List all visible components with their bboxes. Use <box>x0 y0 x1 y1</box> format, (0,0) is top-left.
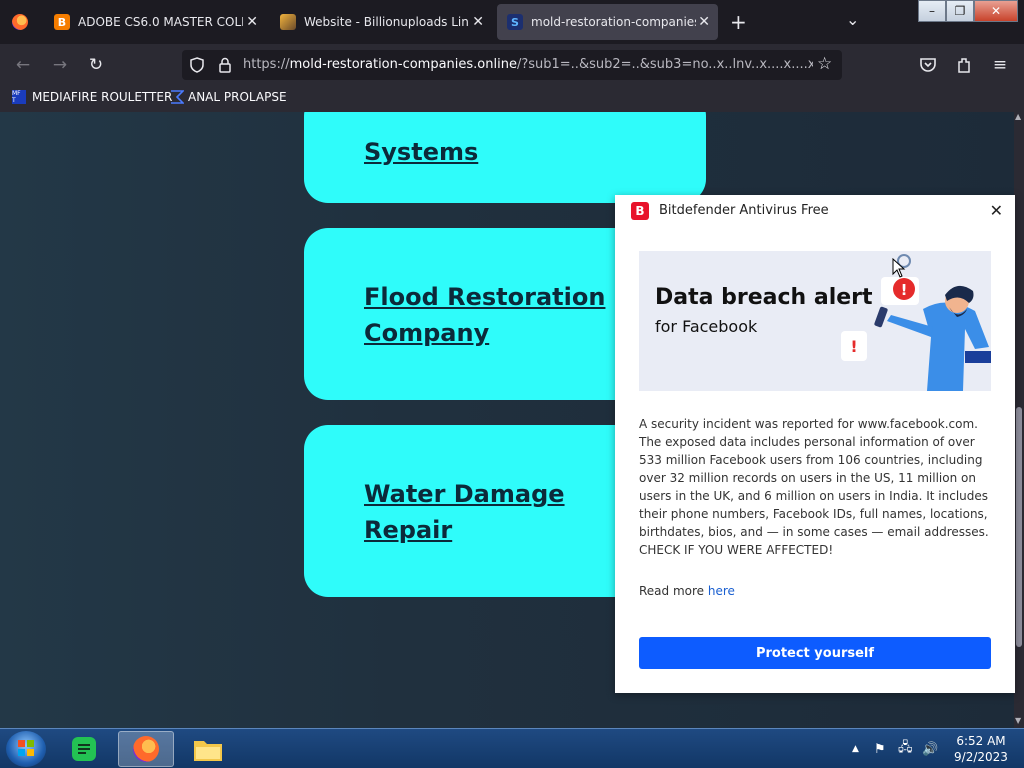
forward-icon[interactable]: → <box>49 54 71 76</box>
site-icon: S <box>507 14 523 30</box>
close-icon[interactable]: ✕ <box>990 201 1003 220</box>
back-icon[interactable]: ← <box>12 54 34 76</box>
folder-icon <box>194 741 222 761</box>
url-domain: mold-restoration-companies.online <box>289 57 517 72</box>
tab-strip: B ADOBE CS6.0 MASTER COLLEC ✕ Website - … <box>0 0 1024 44</box>
nav-bar: ← → ↻ https://mold-restoration-companies… <box>0 44 1024 86</box>
taskbar-firefox[interactable] <box>118 731 174 767</box>
service-link[interactable]: Repair <box>364 512 452 548</box>
banner-subtitle: for Facebook <box>655 317 758 336</box>
new-tab-button[interactable]: + <box>730 12 747 32</box>
svg-text:!: ! <box>850 337 857 356</box>
network-icon[interactable]: 🖧 <box>898 729 913 768</box>
protect-yourself-button[interactable]: Protect yourself <box>639 637 991 669</box>
clock-time: 6:52 AM <box>956 734 1006 748</box>
alert-banner: Data breach alert for Facebook ! ! <box>639 251 991 391</box>
tab-adobe[interactable]: B ADOBE CS6.0 MASTER COLLEC ✕ <box>44 4 266 40</box>
shield-icon[interactable] <box>189 57 205 73</box>
person-with-phone-illustration: ! ! <box>841 254 991 391</box>
taskbar: ▲ ⚑ 🖧 🔊 6:52 AM 9/2/2023 <box>0 728 1024 768</box>
menu-icon[interactable]: ≡ <box>989 54 1011 76</box>
alert-message: A security incident was reported for www… <box>639 417 989 557</box>
pocket-icon[interactable] <box>919 57 937 73</box>
volume-icon[interactable]: 🔊 <box>922 729 938 768</box>
firefox-icon[interactable] <box>12 14 28 30</box>
url-path: /?sub1=..&sub2=..&sub3=no..x..lnv..x....… <box>516 57 813 72</box>
show-hidden-icons-icon[interactable]: ▲ <box>852 729 859 768</box>
scroll-up-arrow[interactable]: ▲ <box>1015 112 1021 121</box>
url-text[interactable]: https://mold-restoration-companies.onlin… <box>243 57 813 72</box>
sigma-icon <box>171 90 184 104</box>
taskbar-notes-app[interactable] <box>56 731 112 767</box>
service-card: Systems <box>304 112 706 203</box>
minimize-button[interactable]: – <box>918 0 946 22</box>
popup-title: Bitdefender Antivirus Free <box>659 203 829 218</box>
service-link[interactable]: Systems <box>364 134 478 170</box>
bookmark-anal-prolapse[interactable]: ANAL PROLAPSE <box>170 90 287 104</box>
blogger-icon: B <box>54 14 70 30</box>
scroll-down-arrow[interactable]: ▼ <box>1015 716 1021 725</box>
bookmark-mediafire[interactable]: MF T MEDIAFIRE ROULETTER <box>12 90 172 104</box>
tab-title: Website - Billionuploads Link ( <box>304 15 469 29</box>
close-icon[interactable]: ✕ <box>698 14 710 30</box>
chevron-down-icon[interactable]: ⌄ <box>846 10 859 29</box>
bookmark-label: MEDIAFIRE ROULETTER <box>32 90 173 104</box>
star-icon[interactable]: ☆ <box>817 54 832 74</box>
windows-logo-icon <box>18 740 34 756</box>
start-button[interactable] <box>6 731 46 767</box>
window-close-button[interactable]: ✕ <box>974 0 1018 22</box>
service-link[interactable]: Flood Restoration <box>364 279 605 315</box>
taskbar-file-explorer[interactable] <box>180 731 236 767</box>
scroll-thumb[interactable] <box>1016 407 1022 647</box>
clock-date: 9/2/2023 <box>954 750 1008 764</box>
read-more-label: Read more <box>639 584 705 598</box>
popup-header: B Bitdefender Antivirus Free ✕ <box>615 195 1015 227</box>
mouse-cursor-icon <box>892 258 906 278</box>
tab-title: ADOBE CS6.0 MASTER COLLEC <box>78 15 243 29</box>
billionuploads-icon <box>280 14 296 30</box>
tab-title: mold-restoration-companies.o <box>531 15 696 29</box>
url-prefix: https:// <box>243 57 290 72</box>
notes-icon <box>72 737 96 761</box>
service-link[interactable]: Company <box>364 315 489 351</box>
tab-billionuploads[interactable]: Website - Billionuploads Link ( ✕ <box>270 4 492 40</box>
bookmark-label: ANAL PROLAPSE <box>188 90 287 104</box>
action-center-flag-icon[interactable]: ⚑ <box>874 729 886 768</box>
maximize-button[interactable]: ❐ <box>946 0 974 22</box>
lock-icon[interactable] <box>218 57 232 73</box>
close-icon[interactable]: ✕ <box>472 14 484 30</box>
bookmarks-toolbar: MF T MEDIAFIRE ROULETTER ANAL PROLAPSE <box>0 86 1024 112</box>
svg-text:!: ! <box>901 281 908 299</box>
service-link[interactable]: Water Damage <box>364 476 565 512</box>
firefox-icon <box>133 736 159 762</box>
extensions-icon[interactable] <box>956 56 972 74</box>
tab-mold-restoration[interactable]: S mold-restoration-companies.o ✕ <box>497 4 718 40</box>
close-icon[interactable]: ✕ <box>246 14 258 30</box>
bitdefender-logo-icon: B <box>631 202 649 220</box>
bitdefender-popup: B Bitdefender Antivirus Free ✕ Data brea… <box>615 195 1015 693</box>
read-more: Read more here <box>639 584 735 598</box>
url-bar[interactable]: https://mold-restoration-companies.onlin… <box>182 50 842 80</box>
reload-icon[interactable]: ↻ <box>85 54 107 76</box>
mediafire-icon: MF T <box>12 90 26 104</box>
read-more-link[interactable]: here <box>708 584 735 598</box>
screen: B ADOBE CS6.0 MASTER COLLEC ✕ Website - … <box>0 0 1024 768</box>
system-clock[interactable]: 6:52 AM 9/2/2023 <box>948 733 1014 765</box>
scrollbar[interactable]: ▲ ▼ <box>1014 112 1024 728</box>
